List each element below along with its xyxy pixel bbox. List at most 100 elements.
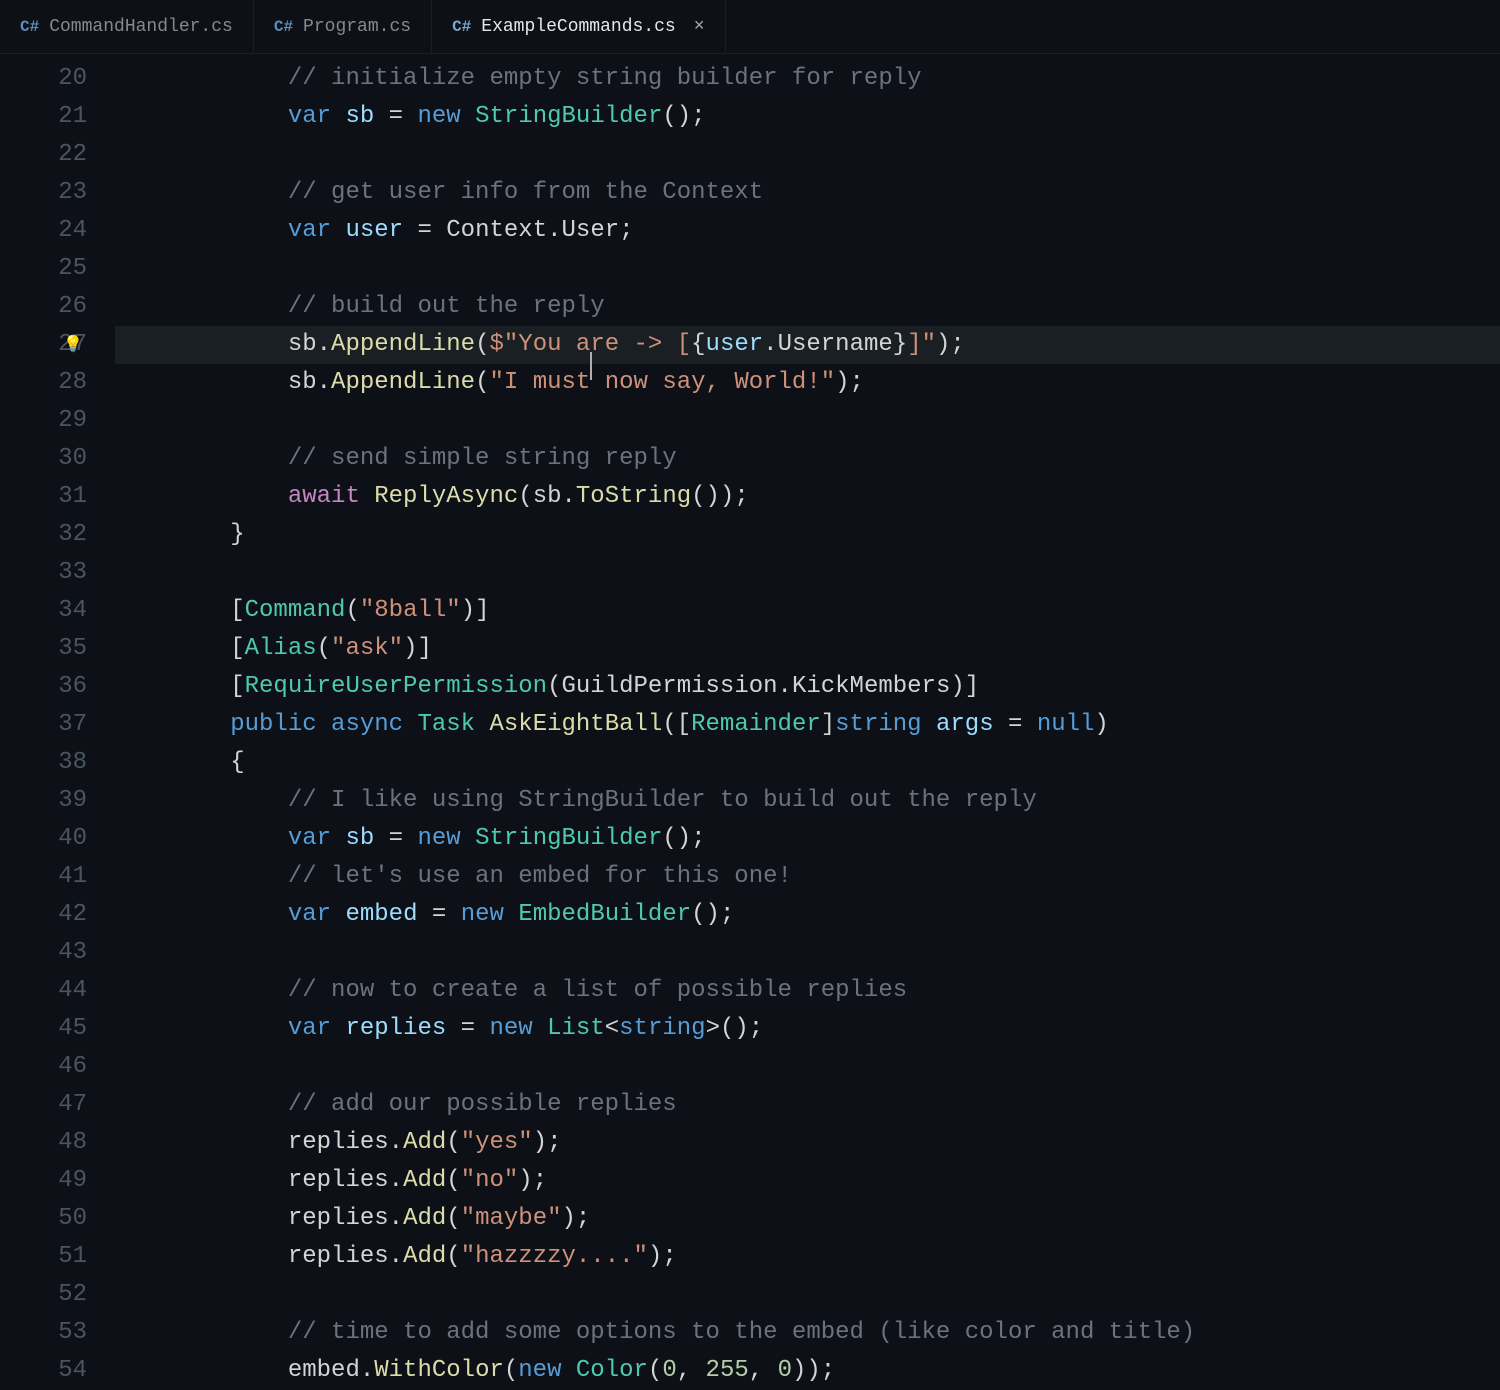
code-token: "8ball" [360, 597, 461, 624]
code-line[interactable]: // initialize empty string builder for r… [115, 60, 1500, 98]
code-token [115, 369, 288, 396]
code-line[interactable]: replies.Add("no"); [115, 1162, 1500, 1200]
code-token: async [331, 711, 403, 738]
code-token: string [835, 711, 921, 738]
code-token: // time to add some options to the embed… [288, 1319, 1195, 1346]
code-token: "hazzzzy...." [461, 1243, 648, 1270]
code-line[interactable]: var replies = new List<string>(); [115, 1010, 1500, 1048]
code-line[interactable]: var user = Context.User; [115, 212, 1500, 250]
line-number-gutter: 2021222324252627💡28293031323334353637383… [0, 54, 115, 1379]
code-line[interactable]: [Command("8ball")] [115, 592, 1500, 630]
line-number: 43 [0, 934, 87, 972]
code-token: new [518, 1357, 561, 1384]
code-line[interactable] [115, 554, 1500, 592]
code-line[interactable]: [RequireUserPermission(GuildPermission.K… [115, 668, 1500, 706]
code-line[interactable]: // build out the reply [115, 288, 1500, 326]
line-number: 50 [0, 1200, 87, 1238]
code-token: Task [417, 711, 475, 738]
code-token: >(); [706, 1015, 764, 1042]
code-token: public [230, 711, 316, 738]
editor-tab-2[interactable]: C#ExampleCommands.cs× [432, 0, 725, 53]
code-token: , [677, 1357, 706, 1384]
code-token: // build out the reply [288, 293, 605, 320]
code-line[interactable]: // send simple string reply [115, 440, 1500, 478]
line-number: 53 [0, 1314, 87, 1352]
code-line[interactable]: await ReplyAsync(sb.ToString()); [115, 478, 1500, 516]
code-token: // I like using StringBuilder to build o… [288, 787, 1037, 814]
code-token [331, 1015, 345, 1042]
code-token: "I must now say, World!" [489, 369, 835, 396]
code-token: User [562, 217, 620, 244]
line-number: 46 [0, 1048, 87, 1086]
code-token: new [417, 103, 460, 130]
code-line[interactable]: var sb = new StringBuilder(); [115, 98, 1500, 136]
code-line[interactable]: [Alias("ask")] [115, 630, 1500, 668]
code-token [115, 977, 288, 1004]
code-line[interactable] [115, 136, 1500, 174]
code-line[interactable]: replies.Add("maybe"); [115, 1200, 1500, 1238]
code-line[interactable]: // add our possible replies [115, 1086, 1500, 1124]
code-line[interactable]: // let's use an embed for this one! [115, 858, 1500, 896]
code-token [115, 217, 288, 244]
code-line[interactable]: replies.Add("hazzzzy...."); [115, 1238, 1500, 1276]
line-number: 32 [0, 516, 87, 554]
code-token: . [389, 1129, 403, 1156]
code-line[interactable] [115, 402, 1500, 440]
code-line[interactable]: public async Task AskEightBall([Remainde… [115, 706, 1500, 744]
code-token [115, 787, 288, 814]
code-line[interactable]: replies.Add("yes"); [115, 1124, 1500, 1162]
code-token: )); [792, 1357, 835, 1384]
code-token [475, 711, 489, 738]
code-line[interactable]: sb.AppendLine("I must now say, World!"); [115, 364, 1500, 402]
code-line[interactable]: // time to add some options to the embed… [115, 1314, 1500, 1352]
code-token: user [706, 331, 764, 358]
code-line[interactable]: var embed = new EmbedBuilder(); [115, 896, 1500, 934]
code-content[interactable]: // initialize empty string builder for r… [115, 54, 1500, 1379]
line-number: 39 [0, 782, 87, 820]
lightbulb-icon[interactable]: 💡 [63, 326, 83, 364]
code-token: replies [288, 1243, 389, 1270]
code-token: // let's use an embed for this one! [288, 863, 792, 890]
code-token: Username [778, 331, 893, 358]
code-line[interactable]: // now to create a list of possible repl… [115, 972, 1500, 1010]
code-token: < [605, 1015, 619, 1042]
code-line[interactable]: // get user info from the Context [115, 174, 1500, 212]
line-number: 41 [0, 858, 87, 896]
code-line[interactable]: embed.WithColor(new Color(0, 255, 0)); [115, 1352, 1500, 1390]
code-token: Add [403, 1129, 446, 1156]
line-number: 27💡 [0, 326, 87, 364]
code-token: = [374, 825, 417, 852]
code-token: 0 [662, 1357, 676, 1384]
code-token: 0 [778, 1357, 792, 1384]
code-token: [ [115, 597, 245, 624]
code-token: ); [533, 1129, 562, 1156]
code-token: ); [518, 1167, 547, 1194]
code-line[interactable] [115, 934, 1500, 972]
code-token: ReplyAsync [374, 483, 518, 510]
editor-tab-1[interactable]: C#Program.cs [254, 0, 432, 53]
code-line[interactable] [115, 1048, 1500, 1086]
code-token: sb [345, 103, 374, 130]
code-line[interactable]: } [115, 516, 1500, 554]
line-number: 35 [0, 630, 87, 668]
code-line[interactable] [115, 250, 1500, 288]
editor-tab-0[interactable]: C#CommandHandler.cs [0, 0, 254, 53]
code-token [115, 1357, 288, 1384]
code-token: "maybe" [461, 1205, 562, 1232]
close-tab-icon[interactable]: × [694, 17, 705, 37]
line-number: 26 [0, 288, 87, 326]
code-line[interactable]: var sb = new StringBuilder(); [115, 820, 1500, 858]
code-line[interactable] [115, 1276, 1500, 1314]
code-token: ( [475, 331, 489, 358]
code-token: "ask" [331, 635, 403, 662]
code-token [115, 711, 230, 738]
code-token: )] [461, 597, 490, 624]
code-token [115, 65, 288, 92]
line-number: 25 [0, 250, 87, 288]
code-token: ); [936, 331, 965, 358]
code-line[interactable]: { [115, 744, 1500, 782]
code-token: new [417, 825, 460, 852]
code-token: GuildPermission [561, 673, 777, 700]
code-line[interactable]: // I like using StringBuilder to build o… [115, 782, 1500, 820]
code-line[interactable]: sb.AppendLine($"You are -> [{user.Userna… [115, 326, 1500, 364]
